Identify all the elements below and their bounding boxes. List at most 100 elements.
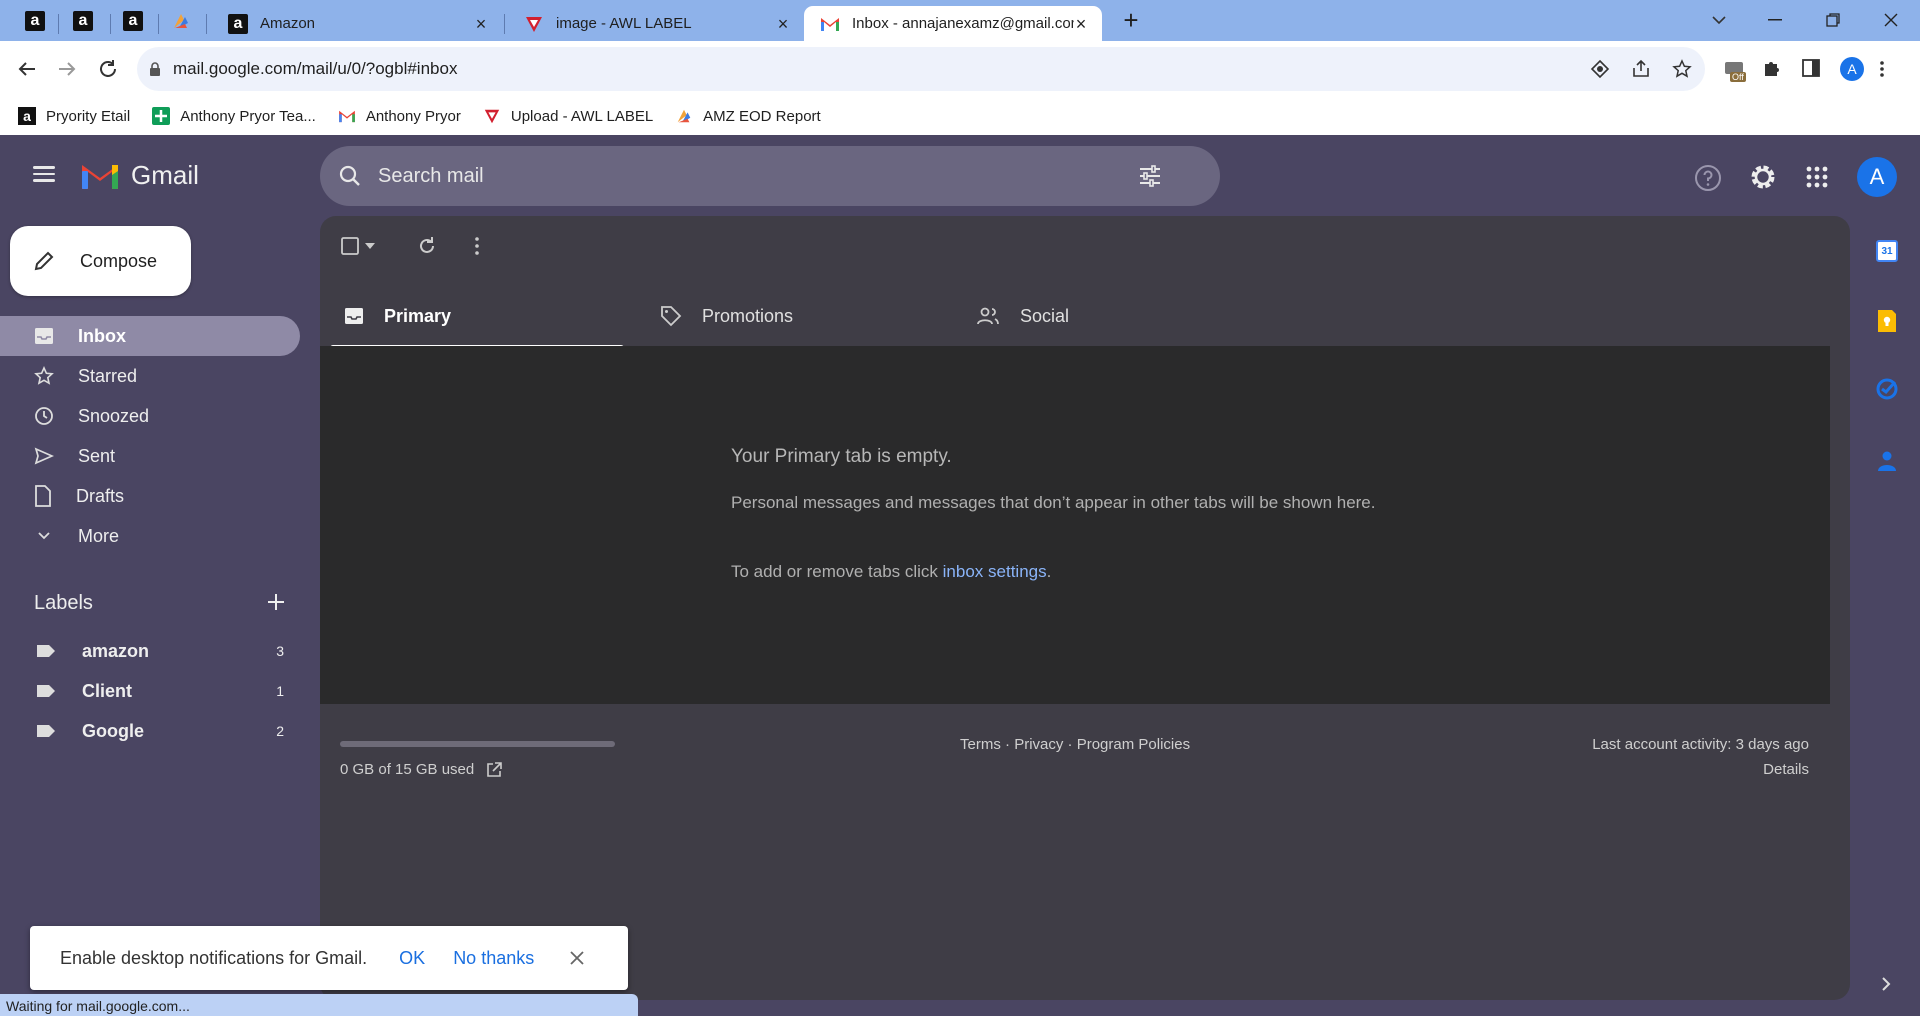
- minimize-button[interactable]: [1760, 8, 1790, 32]
- notification-ok-button[interactable]: OK: [399, 948, 425, 969]
- privacy-link[interactable]: Privacy: [1014, 736, 1063, 753]
- browser-menu-icon[interactable]: [1880, 61, 1884, 77]
- more-actions-button[interactable]: [475, 237, 479, 255]
- inbox-settings-link[interactable]: inbox settings: [943, 562, 1047, 581]
- refresh-icon: [420, 237, 434, 253]
- label-name: Google: [82, 720, 144, 741]
- bookmark-star-icon[interactable]: [1672, 59, 1692, 79]
- search-options-icon[interactable]: [1138, 165, 1162, 187]
- close-tab-icon[interactable]: ×: [474, 15, 488, 33]
- gmail-icon: [821, 17, 839, 31]
- extension-off-button[interactable]: Off: [1724, 60, 1748, 86]
- pinned-tab-ai[interactable]: [164, 6, 198, 36]
- storage-bar: [340, 741, 615, 747]
- pinned-tab-amazon-2[interactable]: a: [66, 6, 100, 36]
- labels-heading: Labels: [34, 592, 93, 614]
- tasks-icon: [1876, 378, 1898, 400]
- account-avatar[interactable]: A: [1857, 157, 1897, 197]
- tab-primary[interactable]: Primary: [330, 285, 624, 349]
- support-icon[interactable]: [1694, 164, 1722, 192]
- label-google[interactable]: Google 2: [0, 711, 300, 751]
- settings-gear-icon[interactable]: [1748, 162, 1778, 192]
- keep-app-button[interactable]: [1872, 306, 1902, 336]
- gmail-logo[interactable]: Gmail: [80, 160, 199, 191]
- program-policies-link[interactable]: Program Policies: [1077, 736, 1190, 753]
- expand-side-panel-button[interactable]: [1880, 976, 1892, 992]
- select-all-checkbox[interactable]: [341, 237, 375, 255]
- close-tab-icon[interactable]: ×: [776, 15, 790, 33]
- link-separator: ·: [1067, 736, 1073, 753]
- label-client[interactable]: Client 1: [0, 671, 300, 711]
- compose-button[interactable]: Compose: [10, 226, 191, 296]
- refresh-button[interactable]: [417, 236, 437, 256]
- extensions-puzzle-icon[interactable]: [1762, 58, 1782, 78]
- bookmark-label: AMZ EOD Report: [703, 107, 821, 125]
- link-separator: ·: [1005, 736, 1011, 753]
- create-label-button[interactable]: [266, 592, 286, 612]
- nav-label: Snoozed: [78, 405, 150, 426]
- terms-link[interactable]: Terms: [960, 736, 1001, 753]
- new-tab-button[interactable]: +: [1118, 7, 1144, 34]
- label-amazon[interactable]: amazon 3: [0, 631, 300, 671]
- desktop-notification-prompt: Enable desktop notifications for Gmail. …: [30, 926, 628, 990]
- nav-drafts[interactable]: Drafts: [0, 476, 300, 516]
- nav-more[interactable]: More: [0, 516, 300, 556]
- url-text: mail.google.com/mail/u/0/?ogbl#inbox: [173, 59, 458, 78]
- pinned-tab-amazon-1[interactable]: a: [18, 6, 52, 36]
- nav-snoozed[interactable]: Snoozed: [0, 396, 300, 436]
- browser-status-bar: Waiting for mail.google.com...: [0, 994, 638, 1016]
- bookmark-anthony-pryor-team[interactable]: Anthony Pryor Tea...: [152, 107, 316, 125]
- pinned-tab-amazon-3[interactable]: a: [116, 6, 150, 36]
- tasks-app-button[interactable]: [1872, 374, 1902, 404]
- close-window-button[interactable]: [1876, 8, 1906, 32]
- gmail-wordmark: Gmail: [131, 160, 199, 190]
- nav-label: Inbox: [78, 325, 126, 346]
- google-apps-icon[interactable]: [1806, 166, 1828, 188]
- external-link-icon[interactable]: [486, 761, 503, 778]
- awl-icon: [484, 109, 500, 124]
- share-icon[interactable]: [1631, 59, 1651, 79]
- notification-no-thanks-button[interactable]: No thanks: [453, 948, 534, 969]
- minimize-icon: [1768, 19, 1782, 21]
- profile-avatar[interactable]: A: [1840, 57, 1864, 81]
- tab-gmail-inbox[interactable]: Inbox - annajanexamz@gmail.com ×: [804, 6, 1102, 41]
- storage-text: 0 GB of 15 GB used: [340, 761, 475, 778]
- tab-social[interactable]: Social: [962, 285, 1256, 347]
- green-plus-icon: [152, 107, 171, 125]
- tab-search-button[interactable]: [1704, 8, 1734, 32]
- side-panel-icon[interactable]: [1802, 59, 1820, 77]
- people-icon: [977, 307, 999, 325]
- footer-links: Terms · Privacy · Program Policies: [960, 736, 1190, 753]
- kebab-menu-icon: [475, 237, 479, 255]
- search-input[interactable]: [378, 164, 1138, 188]
- address-bar[interactable]: mail.google.com/mail/u/0/?ogbl#inbox: [137, 47, 1705, 91]
- contacts-app-button[interactable]: [1872, 446, 1902, 476]
- main-menu-button[interactable]: [33, 162, 55, 186]
- bookmark-upload-awl-label[interactable]: Upload - AWL LABEL: [483, 107, 653, 125]
- bookmark-amz-eod-report[interactable]: AMZ EOD Report: [675, 107, 821, 125]
- restore-button[interactable]: [1818, 8, 1848, 32]
- nav-label: Drafts: [76, 485, 125, 506]
- calendar-app-button[interactable]: 31: [1872, 236, 1902, 266]
- label-tag-icon: [37, 725, 55, 737]
- bookmark-pryority-etail[interactable]: a Pryority Etail: [18, 107, 130, 125]
- back-button[interactable]: [15, 57, 39, 81]
- details-link[interactable]: Details: [1700, 761, 1809, 778]
- search-icon[interactable]: [338, 164, 362, 188]
- forward-button[interactable]: [55, 57, 79, 81]
- clock-icon: [35, 407, 53, 425]
- nav-sent[interactable]: Sent: [0, 436, 300, 476]
- close-tab-icon[interactable]: ×: [1074, 15, 1088, 33]
- reload-button[interactable]: [96, 57, 120, 81]
- tab-separator: [206, 14, 207, 34]
- bookmark-anthony-pryor[interactable]: Anthony Pryor: [338, 108, 461, 125]
- tab-awl-label[interactable]: image - AWL LABEL ×: [508, 6, 804, 41]
- tab-amazon[interactable]: a Amazon ×: [212, 6, 502, 41]
- tab-promotions[interactable]: Promotions: [646, 285, 940, 347]
- close-icon[interactable]: [570, 951, 584, 965]
- close-icon: [1884, 13, 1898, 27]
- nav-label: Sent: [78, 445, 116, 466]
- nav-starred[interactable]: Starred: [0, 356, 300, 396]
- nav-inbox[interactable]: Inbox: [0, 316, 300, 356]
- lens-icon[interactable]: [1590, 59, 1610, 79]
